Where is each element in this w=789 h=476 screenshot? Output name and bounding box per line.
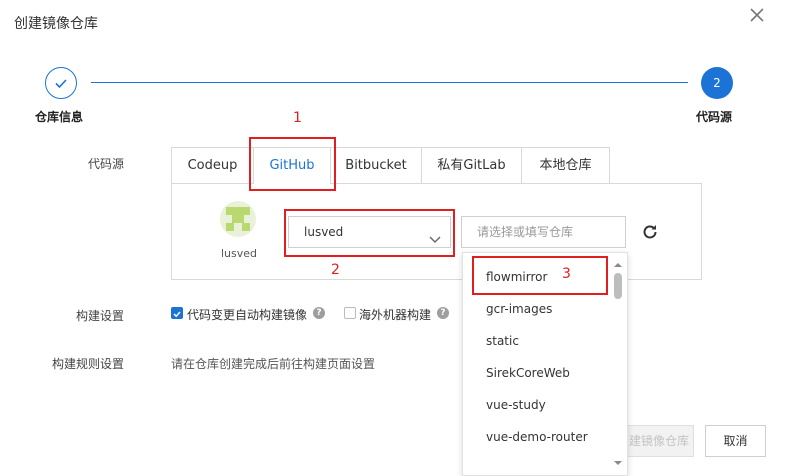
annotation-box-3 — [472, 256, 608, 295]
list-item[interactable]: static — [486, 334, 519, 348]
annotation-box-2 — [284, 209, 455, 257]
auto-build-label: 代码变更自动构建镜像 — [187, 308, 308, 322]
account-name: lusved — [221, 247, 258, 260]
annotation-2: 2 — [331, 262, 340, 278]
annotation-1: 1 — [293, 110, 302, 126]
list-item[interactable]: gcr-images — [486, 302, 552, 316]
tab-local-repo[interactable]: 本地仓库 — [521, 147, 610, 184]
scroll-up-icon[interactable] — [613, 258, 623, 272]
list-item[interactable]: vue-demo-router — [486, 430, 588, 444]
annotation-box-1 — [249, 137, 336, 191]
step-2-indicator: 2 — [701, 67, 733, 99]
help-icon[interactable]: ? — [313, 307, 325, 319]
help-icon[interactable]: ? — [437, 307, 449, 319]
refresh-icon[interactable] — [640, 222, 660, 242]
annotation-3: 3 — [562, 266, 571, 282]
step-1-label: 仓库信息 — [35, 110, 84, 124]
list-item[interactable]: vue-study — [486, 398, 546, 412]
github-avatar — [220, 201, 256, 237]
tab-private-gitlab[interactable]: 私有GitLab — [421, 147, 522, 184]
build-settings-label: 构建设置 — [76, 309, 125, 323]
overseas-build-checkbox[interactable] — [344, 307, 356, 319]
tab-bitbucket[interactable]: Bitbucket — [330, 147, 422, 184]
close-icon[interactable] — [748, 6, 766, 24]
repo-input[interactable]: 请选择或填写仓库 — [461, 216, 626, 248]
stepper-line — [91, 82, 688, 83]
build-rules-text: 请在仓库创建完成后前往构建页面设置 — [171, 357, 376, 371]
scroll-down-icon[interactable] — [613, 456, 623, 470]
tab-codeup[interactable]: Codeup — [171, 147, 254, 184]
cancel-button[interactable]: 取消 — [705, 425, 766, 457]
scrollbar-thumb[interactable] — [614, 273, 622, 299]
overseas-build-label: 海外机器构建 — [359, 308, 432, 322]
list-item[interactable]: SirekCoreWeb — [486, 366, 570, 380]
step-1-complete-icon — [45, 67, 77, 99]
build-rules-label: 构建规则设置 — [52, 357, 125, 371]
auto-build-checkbox[interactable] — [171, 307, 183, 319]
source-label: 代码源 — [88, 157, 125, 171]
dialog-title: 创建镜像仓库 — [14, 16, 98, 32]
step-2-label: 代码源 — [696, 110, 733, 124]
